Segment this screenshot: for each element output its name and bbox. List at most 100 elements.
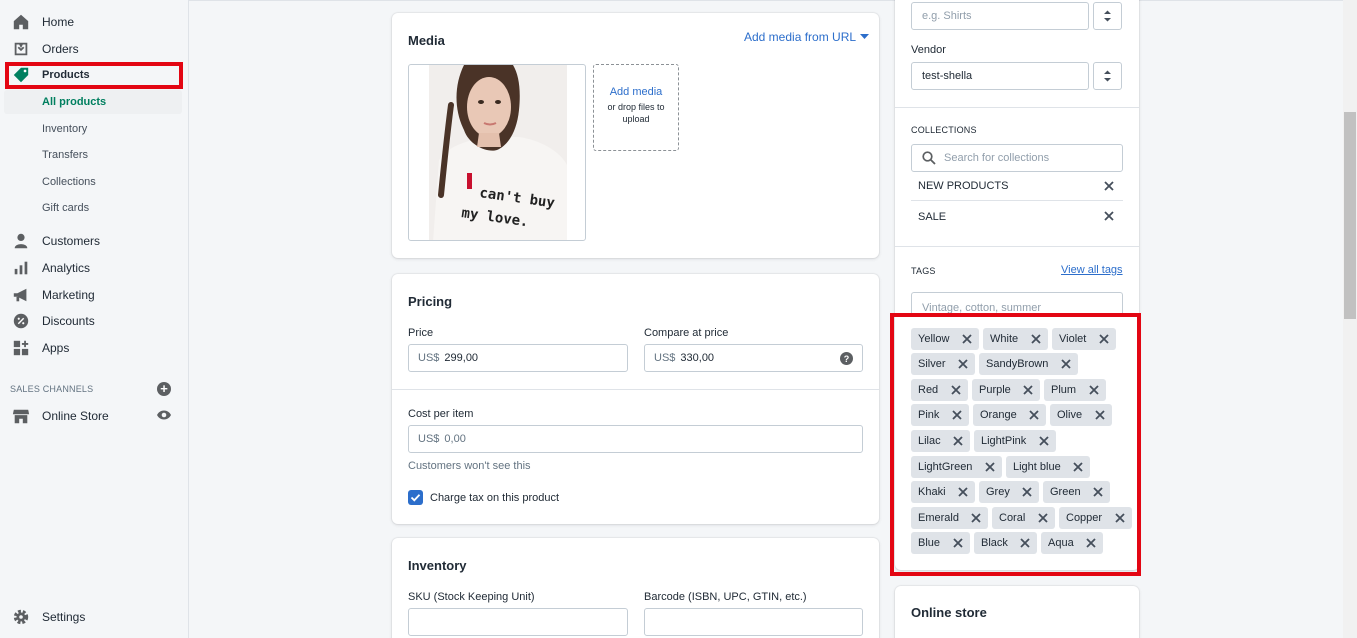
- sidebar-item-apps[interactable]: Apps: [0, 335, 189, 361]
- cost-per-item-value: 0,00: [444, 433, 466, 445]
- vendor-input[interactable]: test-shella: [911, 62, 1089, 90]
- collections-search-input[interactable]: Search for collections: [911, 144, 1123, 172]
- vendor-value: test-shella: [922, 70, 973, 82]
- add-sales-channel-icon[interactable]: +: [157, 382, 171, 396]
- product-type-placeholder: e.g. Shirts: [922, 10, 972, 22]
- sidebar-item-label: Home: [42, 15, 75, 29]
- sidebar-item-discounts[interactable]: Discounts: [0, 308, 189, 334]
- sidebar-item-label: Apps: [42, 341, 70, 355]
- product-type-input[interactable]: e.g. Shirts: [911, 2, 1089, 30]
- bar-chart-icon: [14, 261, 28, 275]
- tags-heading: TAGS: [911, 266, 936, 276]
- currency-prefix: US$: [418, 433, 440, 445]
- remove-collection-icon[interactable]: [1103, 210, 1115, 222]
- gear-icon: [13, 609, 29, 625]
- sidebar-sub-label: Inventory: [42, 123, 88, 135]
- sidebar-sub-gift-cards[interactable]: Gift cards: [0, 196, 189, 220]
- caret-down-icon: [860, 34, 870, 39]
- charge-tax-checkbox[interactable]: [408, 490, 423, 505]
- sidebar-item-customers[interactable]: Customers: [0, 228, 189, 254]
- home-icon: [13, 14, 29, 30]
- price-input[interactable]: US$ 299,00: [408, 344, 628, 372]
- media-dropzone[interactable]: Add media or drop files to upload: [593, 64, 679, 151]
- vendor-selector[interactable]: [1093, 62, 1122, 90]
- barcode-input[interactable]: [644, 608, 863, 636]
- remove-collection-icon[interactable]: [1103, 180, 1115, 192]
- scrollbar-thumb[interactable]: [1344, 112, 1356, 319]
- add-media-from-url-link[interactable]: Add media from URL: [744, 30, 870, 44]
- sidebar-item-label: Customers: [42, 234, 101, 248]
- sidebar-sub-all-products[interactable]: All products: [4, 90, 182, 114]
- collection-item: NEW PRODUCTS: [911, 172, 1123, 201]
- collection-item: SALE: [911, 202, 1123, 231]
- sku-label: SKU (Stock Keeping Unit): [408, 591, 535, 603]
- add-media-from-url-label: Add media from URL: [744, 30, 857, 44]
- product-photo: can't buy my love.: [429, 65, 567, 240]
- sidebar-item-label: Discounts: [42, 314, 95, 328]
- add-media-button[interactable]: Add media: [594, 86, 678, 98]
- org-divider: [895, 107, 1139, 108]
- product-type-selector[interactable]: [1093, 2, 1122, 30]
- media-title: Media: [408, 33, 445, 48]
- products-highlight-box: [5, 62, 183, 89]
- collections-search-placeholder: Search for collections: [944, 152, 1050, 164]
- sidebar-sub-inventory[interactable]: Inventory: [0, 117, 189, 141]
- sidebar-item-analytics[interactable]: Analytics: [0, 255, 189, 281]
- product-image[interactable]: can't buy my love.: [408, 64, 586, 241]
- sidebar-sub-transfers[interactable]: Transfers: [0, 143, 189, 167]
- store-icon: [12, 409, 30, 424]
- currency-prefix: US$: [418, 352, 440, 364]
- discount-icon: [13, 313, 29, 329]
- sidebar-item-label: Online Store: [42, 409, 109, 423]
- megaphone-icon: [13, 288, 27, 302]
- sales-channels-heading: SALES CHANNELS: [10, 384, 94, 394]
- online-store-card: Online store: [895, 586, 1139, 638]
- vendor-label: Vendor: [911, 44, 946, 56]
- sidebar-item-label: Analytics: [42, 261, 91, 275]
- search-icon: [922, 151, 936, 165]
- sidebar-item-orders[interactable]: Orders: [0, 36, 189, 62]
- help-icon[interactable]: ?: [840, 352, 853, 365]
- checkmark-icon: [410, 494, 421, 502]
- apps-icon: [13, 340, 29, 356]
- inventory-title: Inventory: [408, 558, 467, 573]
- org-divider: [895, 246, 1139, 247]
- select-arrows-icon: [1104, 10, 1111, 22]
- top-border: [189, 0, 1343, 1]
- sidebar-item-label: Settings: [42, 610, 86, 624]
- collection-name: SALE: [918, 210, 947, 223]
- pricing-divider: [392, 389, 879, 390]
- cost-per-item-label: Cost per item: [408, 408, 474, 420]
- eye-icon[interactable]: [156, 409, 172, 421]
- sidebar-sub-label: Gift cards: [42, 202, 90, 214]
- select-arrows-icon: [1104, 70, 1111, 82]
- charge-tax-label: Charge tax on this product: [430, 492, 560, 504]
- sidebar-sub-collections[interactable]: Collections: [0, 170, 189, 194]
- svg-text:?: ?: [844, 354, 850, 364]
- collections-heading: COLLECTIONS: [911, 125, 977, 135]
- sidebar-item-settings[interactable]: Settings: [0, 604, 189, 630]
- sidebar: Home Orders Products All products Invent…: [0, 0, 189, 638]
- view-all-tags-link[interactable]: View all tags: [1061, 264, 1123, 276]
- pricing-card: Pricing Price US$ 299,00 Compare at pric…: [392, 274, 879, 524]
- sku-input[interactable]: [408, 608, 628, 636]
- compare-price-label: Compare at price: [644, 327, 729, 339]
- drop-files-hint: or drop files to upload: [607, 102, 665, 124]
- tags-highlight-box: [890, 313, 1141, 576]
- sidebar-item-home[interactable]: Home: [0, 9, 189, 35]
- media-card: Media Add media from URL can't buy my lo…: [392, 13, 879, 258]
- compare-price-value: 330,00: [680, 352, 715, 364]
- pricing-title: Pricing: [408, 294, 453, 309]
- sidebar-item-label: Orders: [42, 42, 79, 56]
- barcode-label: Barcode (ISBN, UPC, GTIN, etc.): [644, 591, 807, 603]
- online-store-title: Online store: [911, 605, 987, 620]
- orders-icon: [14, 42, 28, 56]
- sidebar-item-marketing[interactable]: Marketing: [0, 282, 189, 308]
- sidebar-sub-label: Collections: [42, 176, 96, 188]
- cost-per-item-input[interactable]: US$ 0,00: [408, 425, 863, 453]
- currency-prefix: US$: [654, 352, 676, 364]
- collection-name: NEW PRODUCTS: [918, 180, 1009, 192]
- compare-price-input[interactable]: US$ 330,00 ?: [644, 344, 863, 372]
- price-value: 299,00: [444, 352, 479, 364]
- scrollbar-track[interactable]: [1343, 0, 1357, 638]
